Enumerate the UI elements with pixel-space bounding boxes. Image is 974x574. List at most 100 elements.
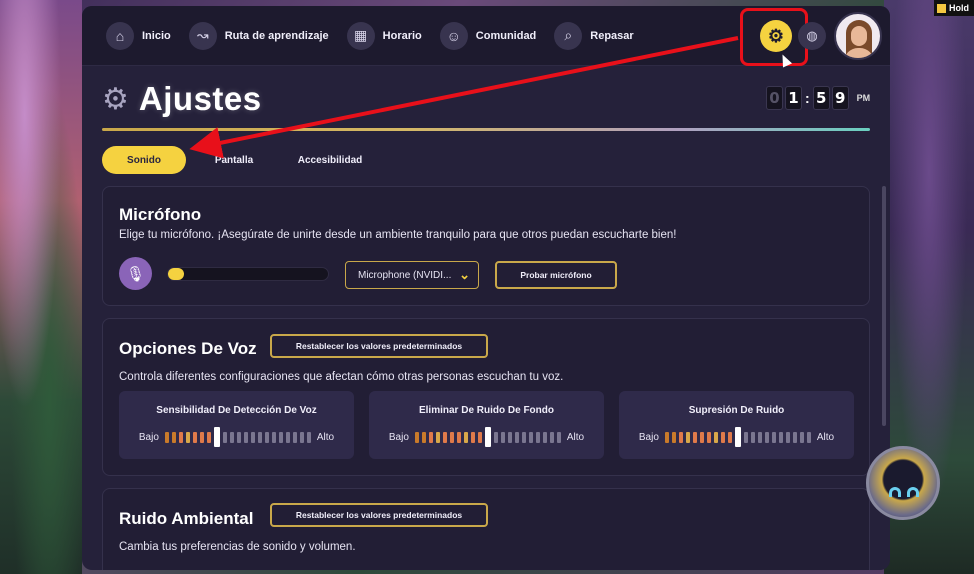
tab-pantalla[interactable]: Pantalla xyxy=(186,146,282,174)
slider-tick xyxy=(428,431,433,443)
slider-tick xyxy=(764,431,769,443)
background-scene-left xyxy=(0,0,82,574)
slider-low-label: Bajo xyxy=(388,431,409,443)
slider-low-label: Bajo xyxy=(638,431,659,443)
clock-digit: 0 xyxy=(766,86,783,110)
slider-tick xyxy=(771,431,776,443)
nav-item-ruta[interactable]: ↝ Ruta de aprendizaje xyxy=(188,21,329,50)
clock-ampm: PM xyxy=(856,93,871,103)
slider-tick xyxy=(222,431,227,443)
clock-digit: 5 xyxy=(812,86,830,110)
voice-detection-slider[interactable] xyxy=(164,427,311,447)
slider-tick xyxy=(477,431,482,443)
test-microphone-button[interactable]: Probar micrófono xyxy=(495,261,617,289)
nav-label: Repasar xyxy=(590,29,634,42)
slider-tick xyxy=(556,431,561,443)
header-divider xyxy=(102,128,870,131)
slider-tick xyxy=(706,431,711,443)
microphone-level-fill xyxy=(168,268,184,280)
nav-label: Ruta de aprendizaje xyxy=(224,29,329,42)
microphone-description: Elige tu micrófono. ¡Asegúrate de unirte… xyxy=(119,229,677,241)
slider-high-label: Alto xyxy=(816,431,835,443)
slider-tick xyxy=(720,431,725,443)
route-icon: ↝ xyxy=(188,21,217,50)
slider-tick xyxy=(236,431,241,443)
ambient-noise-title: Ruido Ambiental xyxy=(119,509,254,528)
noise-suppression-slider-box: Supresión De Ruido Bajo Alto xyxy=(619,391,854,459)
microphone-title: Micrófono xyxy=(119,205,202,224)
slider-tick xyxy=(792,431,797,443)
nav-item-repasar[interactable]: ⌕ Repasar xyxy=(554,21,634,50)
slider-title: Eliminar De Ruido De Fondo xyxy=(418,405,554,416)
gear-icon: ⚙ xyxy=(102,82,129,116)
slider-tick xyxy=(449,431,454,443)
nav-item-inicio[interactable]: ⌂ Inicio xyxy=(106,21,171,50)
slider-tick xyxy=(785,431,790,443)
voice-detection-slider-box: Sensibilidad De Detección De Voz Bajo Al… xyxy=(119,391,354,459)
voice-options-title: Opciones De Voz xyxy=(119,339,257,358)
slider-tick xyxy=(199,431,204,443)
nav-item-comunidad[interactable]: ☺ Comunidad xyxy=(439,21,537,50)
user-avatar[interactable] xyxy=(834,12,882,60)
nav-label: Inicio xyxy=(142,29,171,42)
slider-tick xyxy=(192,431,197,443)
slider-tick xyxy=(727,431,732,443)
clock-colon: : xyxy=(805,90,810,106)
slider-thumb[interactable] xyxy=(734,427,741,447)
ambient-noise-card: Ruido Ambiental Restablecer los valores … xyxy=(102,488,870,570)
slider-tick xyxy=(493,431,498,443)
slider-title: Supresión De Ruido xyxy=(688,405,785,416)
magnifier-icon: ⌕ xyxy=(554,21,583,50)
microphone-selected-value: Microphone (NVIDI... xyxy=(358,269,452,281)
slider-thumb[interactable] xyxy=(213,427,220,447)
slider-tick xyxy=(685,431,690,443)
slider-row: Bajo Alto xyxy=(119,427,354,447)
slider-tick xyxy=(271,431,276,443)
microphone-select[interactable]: Microphone (NVIDI... ⌄ xyxy=(345,261,479,289)
slider-tick xyxy=(171,431,176,443)
slider-tick xyxy=(299,431,304,443)
robot-eye-icon xyxy=(907,487,919,497)
slider-tick xyxy=(778,431,783,443)
settings-panel: ⌂ Inicio ↝ Ruta de aprendizaje ▦ Horario… xyxy=(82,6,890,570)
page-header: ⚙ Ajustes xyxy=(102,80,262,118)
slider-tick xyxy=(229,431,234,443)
slider-tick xyxy=(664,431,669,443)
slider-tick xyxy=(442,431,447,443)
home-icon: ⌂ xyxy=(106,21,134,50)
settings-content: Micrófono Elige tu micrófono. ¡Asegúrate… xyxy=(102,186,870,570)
background-noise-slider[interactable] xyxy=(414,427,561,447)
slider-thumb[interactable] xyxy=(484,427,491,447)
top-navigation: ⌂ Inicio ↝ Ruta de aprendizaje ▦ Horario… xyxy=(82,6,890,66)
hold-label: Hold xyxy=(949,3,969,13)
slider-tick xyxy=(500,431,505,443)
reset-ambient-defaults-button[interactable]: Restablecer los valores predeterminados xyxy=(270,503,488,527)
globe-button[interactable]: ◍ xyxy=(798,22,826,50)
slider-tick xyxy=(292,431,297,443)
slider-tick xyxy=(528,431,533,443)
slider-tick xyxy=(178,431,183,443)
slider-tick xyxy=(692,431,697,443)
nav-label: Horario xyxy=(382,29,422,42)
voice-options-card: Opciones De Voz Restablecer los valores … xyxy=(102,318,870,476)
robot-companion[interactable] xyxy=(866,446,940,520)
microphone-card: Micrófono Elige tu micrófono. ¡Asegúrate… xyxy=(102,186,870,306)
tab-accesibilidad[interactable]: Accesibilidad xyxy=(282,146,378,174)
tab-sonido[interactable]: Sonido xyxy=(102,146,186,174)
slider-row: Bajo Alto xyxy=(619,427,854,447)
slider-tick xyxy=(521,431,526,443)
reset-voice-defaults-button[interactable]: Restablecer los valores predeterminados xyxy=(270,334,488,358)
slider-tick xyxy=(806,431,811,443)
slider-tick xyxy=(699,431,704,443)
nav-label: Comunidad xyxy=(475,29,537,42)
slider-tick xyxy=(463,431,468,443)
voice-options-description: Controla diferentes configuraciones que … xyxy=(119,371,564,383)
calendar-icon: ▦ xyxy=(346,21,375,50)
content-scrollbar[interactable] xyxy=(882,186,886,426)
slider-tick xyxy=(713,431,718,443)
clock-digit: 1 xyxy=(785,86,802,110)
nav-item-horario[interactable]: ▦ Horario xyxy=(346,21,422,50)
noise-suppression-slider[interactable] xyxy=(664,427,811,447)
settings-tabs: Sonido Pantalla Accesibilidad xyxy=(102,146,378,174)
page-title: Ajustes xyxy=(138,80,262,117)
